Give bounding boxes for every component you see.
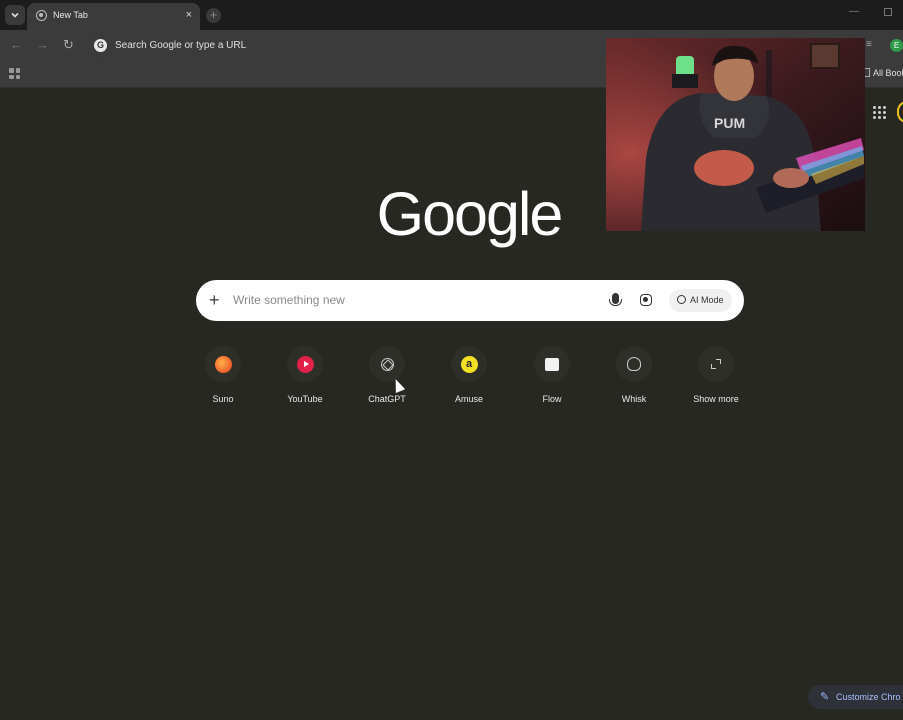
account-avatar[interactable] <box>897 101 903 123</box>
new-tab-button[interactable]: + <box>206 8 221 23</box>
shortcut-amuse[interactable]: a Amuse <box>429 346 509 408</box>
customize-chrome-button[interactable]: ✎ Customize Chro <box>808 685 903 709</box>
google-logo: Google <box>376 180 564 248</box>
shortcut-icon-container <box>534 346 570 382</box>
reload-icon[interactable]: ↻ <box>63 37 74 53</box>
shortcut-icon-container <box>287 346 323 382</box>
all-bookmarks-label: All Bool <box>873 68 903 78</box>
pencil-icon: ✎ <box>820 691 830 703</box>
google-g-icon: G <box>94 39 107 52</box>
shortcut-label: ChatGPT <box>368 394 406 404</box>
search-box[interactable]: + Write something new AI Mode <box>196 280 744 321</box>
address-bar[interactable]: G Search Google or type a URL <box>89 34 649 58</box>
profile-avatar[interactable]: E <box>890 39 903 52</box>
webcam-image: PUM <box>606 38 865 231</box>
forward-icon[interactable]: → <box>36 37 49 53</box>
chevron-down-icon <box>11 12 19 18</box>
shortcut-show-more[interactable]: Show more <box>676 346 756 408</box>
shortcut-flow[interactable]: Flow <box>512 346 592 408</box>
amuse-icon: a <box>460 355 478 373</box>
shortcut-icon-container <box>616 346 652 382</box>
webcam-overlay: PUM <box>606 38 865 231</box>
expand-icon <box>711 359 721 369</box>
shortcut-label: Amuse <box>454 394 483 404</box>
shortcut-whisk[interactable]: Whisk <box>594 346 674 408</box>
ai-mode-button[interactable]: AI Mode <box>669 289 732 312</box>
shortcut-youtube[interactable]: YouTube <box>265 346 345 408</box>
ai-mode-label: AI Mode <box>690 295 724 305</box>
suno-icon <box>214 355 232 373</box>
microphone-icon[interactable] <box>609 293 622 306</box>
flow-icon <box>545 357 559 371</box>
tab-search-button[interactable] <box>5 5 25 25</box>
shortcut-icon-container: a <box>451 346 487 382</box>
svg-text:PUM: PUM <box>714 115 745 131</box>
restore-icon[interactable] <box>884 8 892 16</box>
back-icon[interactable]: ← <box>10 37 23 53</box>
tab-strip: New Tab × + — <box>0 0 903 30</box>
youtube-icon <box>296 355 314 373</box>
tab-new-tab[interactable]: New Tab × <box>27 3 200 30</box>
minimize-icon[interactable]: — <box>849 6 859 17</box>
chrome-favicon-icon <box>36 10 47 21</box>
chatgpt-icon <box>380 357 394 371</box>
add-attachment-icon[interactable]: + <box>209 289 220 311</box>
shortcut-label: Show more <box>693 394 739 404</box>
customize-chrome-label: Customize Chro <box>836 692 901 702</box>
shortcut-label: YouTube <box>287 394 323 404</box>
close-tab-icon[interactable]: × <box>186 8 192 22</box>
search-input[interactable]: Write something new <box>233 293 345 307</box>
shortcut-suno[interactable]: Suno <box>183 346 263 408</box>
apps-shortcut-icon[interactable] <box>9 68 20 79</box>
shortcut-chatgpt[interactable]: ChatGPT <box>347 346 427 408</box>
shortcut-label: Whisk <box>621 394 647 404</box>
shortcut-icon-container <box>205 346 241 382</box>
shortcut-icon-container <box>698 346 734 382</box>
google-lens-icon[interactable] <box>640 294 652 306</box>
google-apps-icon[interactable] <box>873 106 886 119</box>
whisk-icon <box>627 357 641 371</box>
shortcut-label: Suno <box>212 394 234 404</box>
extension-icon[interactable]: ≡ <box>866 39 872 50</box>
tab-title: New Tab <box>53 10 88 20</box>
address-bar-placeholder: Search Google or type a URL <box>115 40 247 51</box>
ai-search-icon <box>677 295 686 304</box>
all-bookmarks-button[interactable]: All Bool <box>864 68 903 78</box>
shortcut-label: Flow <box>542 394 562 404</box>
